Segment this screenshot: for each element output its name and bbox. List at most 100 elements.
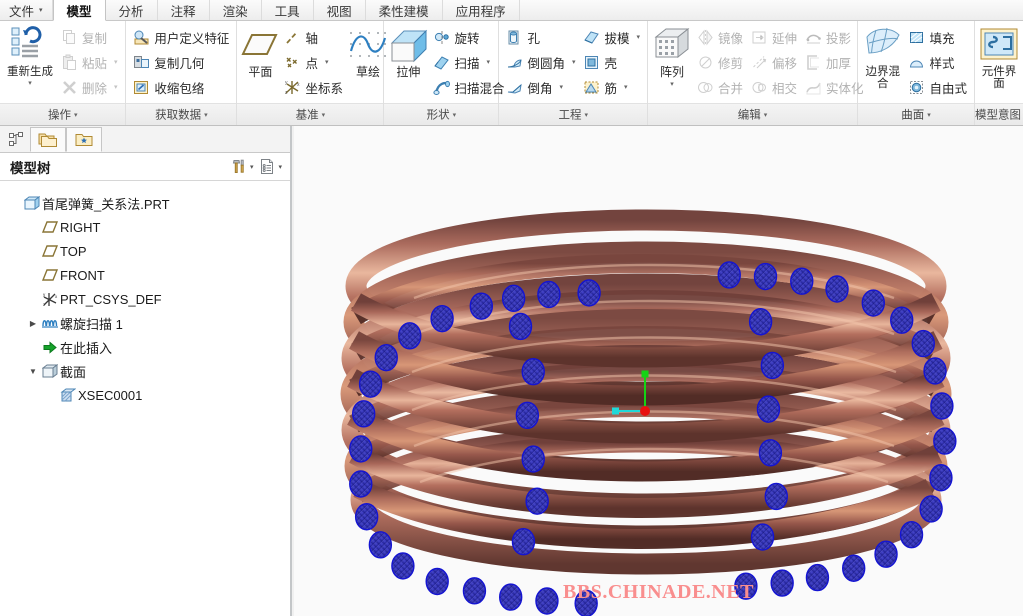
menu-file[interactable]: 文件 ▾	[0, 0, 53, 20]
ribbon-button-fill[interactable]: 填充	[905, 25, 970, 49]
section-marker	[758, 439, 783, 467]
revolve-icon	[433, 29, 450, 46]
menu-tab-3[interactable]: 注释	[157, 0, 210, 20]
spring-model-render	[340, 209, 957, 616]
chevron-down-icon: ▾	[670, 80, 674, 88]
tree-item[interactable]: 首尾弹簧_关系法.PRT	[0, 191, 290, 215]
favorites-tab[interactable]	[66, 127, 102, 152]
section-marker	[525, 487, 549, 515]
csys-icon: yzx	[40, 292, 60, 307]
ribbon-button-csys[interactable]: y z x 坐标系	[281, 75, 346, 99]
fill-icon	[908, 29, 925, 46]
ribbon-button-pattern[interactable]: 阵列 ▾	[652, 24, 692, 88]
mirror-icon	[697, 29, 714, 46]
paste-icon	[61, 54, 78, 71]
ribbon-button-freestyle[interactable]: 自由式	[905, 75, 970, 99]
ribbon-button-round[interactable]: 倒圆角 ▾	[503, 50, 578, 74]
section-marker	[501, 284, 526, 313]
section-marker	[753, 262, 778, 291]
ribbon-button-boundary-blend[interactable]: 边界混合	[862, 24, 903, 90]
ribbon-button-regenerate[interactable]: 重新生成 ▾	[4, 24, 56, 87]
ribbon-button-sweep-blend[interactable]: 扫描混合	[430, 75, 507, 99]
ribbon-button-sketch[interactable]: 草绘	[348, 24, 388, 79]
ribbon-button-sweep[interactable]: 扫描 ▾	[430, 50, 507, 74]
ribbon-button-revolve[interactable]: 旋转	[430, 25, 507, 49]
ribbon-button-extrude[interactable]: 拉伸	[388, 24, 428, 79]
tree-item[interactable]: y z x PRT_CSYS_DEF	[0, 287, 290, 311]
section-marker	[391, 552, 415, 580]
ribbon-button-point[interactable]: 点 ▾	[281, 50, 346, 74]
menu-tab-6[interactable]: 视图	[313, 0, 366, 20]
ribbon-group-label-get-data[interactable]: 获取数据 ▾	[126, 103, 237, 125]
extrude-icon	[391, 29, 428, 63]
model-tree-tab[interactable]	[2, 127, 30, 152]
ribbon-button-style[interactable]: 样式	[905, 50, 970, 74]
tree-item[interactable]: ▶ 螺旋扫描 1	[0, 311, 290, 335]
chamfer-icon	[506, 79, 523, 96]
ribbon-group-label-surfaces[interactable]: 曲面 ▾	[858, 103, 974, 125]
tree-item-label: XSEC0001	[78, 387, 143, 403]
menu-tab-1[interactable]: 模型	[52, 0, 106, 21]
ribbon-group-label-operations[interactable]: 操作 ▾	[0, 103, 126, 125]
chevron-down-icon: ▾	[763, 112, 768, 119]
section-marker	[899, 521, 924, 549]
ribbon-button-label: 粘贴	[82, 56, 108, 71]
chevron-down-icon: ▾	[486, 59, 490, 66]
delete-icon	[63, 80, 76, 94]
intersect-icon	[751, 79, 768, 96]
ribbon-button-label: 旋转	[454, 31, 480, 46]
ribbon-button-label: 元件界面	[981, 66, 1017, 91]
settings-button[interactable]: ▾	[229, 157, 256, 176]
ribbon-button-shell[interactable]: 壳	[580, 50, 643, 74]
menu-tab-2[interactable]: 分析	[105, 0, 158, 20]
ribbon-button-label: 拔模	[604, 31, 630, 46]
ribbon-button-axis[interactable]: 轴	[281, 25, 346, 49]
tree-item-label: FRONT	[60, 267, 105, 283]
ribbon-button-hole[interactable]: 孔	[503, 25, 578, 49]
ribbon-button-project: 投影	[802, 25, 867, 49]
section-marker	[537, 280, 561, 309]
ribbon-group-label-engineering[interactable]: 工程 ▾	[499, 103, 647, 125]
3d-graphics-area[interactable]: BBS.CHINADE.NET	[294, 126, 1023, 616]
project-icon	[806, 34, 821, 43]
menu-tab-5[interactable]: 工具	[261, 0, 314, 20]
ribbon-button-copy-geom[interactable]: 复制几何	[130, 50, 232, 74]
ribbon-button-draft[interactable]: 拔模 ▾	[580, 25, 643, 49]
ribbon-group-label-editing[interactable]: 编辑 ▾	[648, 103, 857, 125]
folder-tab[interactable]	[30, 127, 66, 152]
section-marker	[929, 464, 953, 492]
shrinkwrap-icon	[134, 80, 149, 94]
freestyle-icon	[908, 79, 925, 96]
menu-tab-4[interactable]: 渲染	[209, 0, 262, 20]
ribbon-button-udf[interactable]: 用户定义特征	[130, 25, 232, 49]
csys-icon: yzx	[285, 80, 300, 96]
display-button[interactable]: ▾	[257, 157, 284, 176]
sketch-icon	[348, 26, 388, 64]
ribbon-button-chamfer[interactable]: 倒角 ▾	[503, 75, 578, 99]
ribbon-button-label: 倒角	[527, 81, 553, 96]
ribbon-button-rib[interactable]: 筋 ▾	[580, 75, 643, 99]
ribbon-group-label-model-intent[interactable]: 模型意图▾	[975, 103, 1023, 125]
ribbon-group-label-shapes[interactable]: 形状 ▾	[384, 103, 499, 125]
ribbon-button-label: 阵列	[659, 65, 684, 79]
plane-icon	[40, 245, 60, 257]
ribbon-group-label-text: 曲面	[901, 109, 925, 122]
ribbon-button-component-interface[interactable]: 元件界面	[979, 24, 1019, 90]
menu-tab-7[interactable]: 柔性建模	[365, 0, 443, 20]
tree-item[interactable]: XSEC0001	[0, 383, 290, 407]
tree-item[interactable]: TOP	[0, 239, 290, 263]
section-marker	[354, 503, 379, 531]
svg-text:x: x	[55, 294, 58, 299]
tree-item[interactable]: 在此插入	[0, 335, 290, 359]
ribbon-button-shrinkwrap[interactable]: 收缩包络	[130, 75, 232, 99]
ribbon-group-label-datum[interactable]: 基准 ▾	[237, 103, 384, 125]
model-tree-list: 首尾弹簧_关系法.PRT RIGHT TOP FRONT y z x PRT_CSYS_DEF…	[0, 181, 290, 407]
tree-item[interactable]: RIGHT	[0, 215, 290, 239]
chevron-down-icon[interactable]: ▼	[26, 367, 40, 376]
ribbon-button-label: 删除	[82, 81, 108, 96]
chevron-right-icon[interactable]: ▶	[26, 319, 40, 328]
menu-tab-8[interactable]: 应用程序	[442, 0, 520, 20]
tree-item[interactable]: ▼ 截面	[0, 359, 290, 383]
tree-item[interactable]: FRONT	[0, 263, 290, 287]
ribbon-button-plane[interactable]: 平面	[241, 24, 279, 79]
